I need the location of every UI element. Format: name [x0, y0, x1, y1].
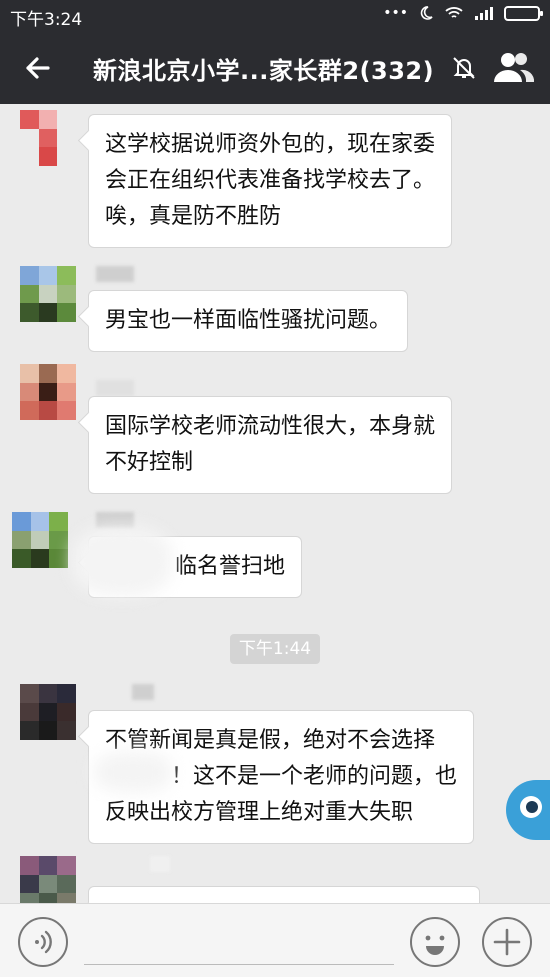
chat-title: 新浪北京小学...家长群2(332): [93, 57, 435, 85]
input-bar: [0, 903, 550, 977]
status-time: 下午3:24: [10, 10, 83, 30]
message-line: 反映出校方管理上绝对重大失职: [105, 800, 414, 825]
more-button[interactable]: [482, 917, 532, 967]
avatar[interactable]: [12, 512, 68, 568]
message-line: 这学校据说师资外包的，现在家委: [105, 132, 436, 157]
chat-header: 新浪北京小学...家长群2(332): [0, 32, 550, 104]
message-line: 国际学校老师流动性很大，本身就: [105, 414, 436, 439]
avatar[interactable]: [20, 684, 76, 740]
assistant-eye: [520, 796, 542, 818]
message-row: 男宝也一样面临性骚扰问题。: [0, 262, 550, 362]
voice-icon: [35, 930, 52, 954]
message-bubble[interactable]: [88, 886, 480, 904]
sender-name-blurred: [96, 266, 134, 282]
message-input[interactable]: [84, 964, 394, 965]
timestamp-pill: 下午1:44: [230, 634, 320, 664]
moon-icon: [420, 6, 433, 20]
status-icons: •••: [383, 5, 543, 21]
redaction-blur: [72, 526, 172, 596]
voice-button[interactable]: [18, 917, 68, 967]
avatar[interactable]: [20, 110, 76, 166]
message-bubble[interactable]: 这学校据说师资外包的，现在家委 会正在组织代表准备找学校去了。 唉，真是防不胜防: [88, 114, 453, 248]
status-bar: 下午3:24 •••: [0, 0, 550, 32]
emoji-icon: [425, 935, 445, 955]
message-row: [0, 852, 550, 904]
status-dots: •••: [383, 5, 408, 21]
message-line: 会正在组织代表准备找学校去了。: [105, 168, 436, 193]
message-line: 男宝也一样面临性骚扰问题。: [105, 308, 392, 333]
message-bubble[interactable]: 男宝也一样面临性骚扰问题。: [88, 290, 409, 352]
message-row: 不管新闻是真是假，绝对不会选择 ！这不是一个老师的问题，也 反映出校方管理上绝对…: [0, 680, 550, 844]
group-members-icon[interactable]: [490, 48, 536, 88]
message-row: 国际学校老师流动性很大，本身就 不好控制: [0, 360, 550, 494]
plus-icon: [493, 928, 521, 956]
emoji-button[interactable]: [410, 917, 460, 967]
message-line: 唉，真是防不胜防: [105, 204, 282, 229]
message-bubble[interactable]: 国际学校老师流动性很大，本身就 不好控制: [88, 396, 453, 494]
avatar[interactable]: [20, 364, 76, 420]
redaction-blur: [94, 752, 172, 792]
message-line: 临名誉扫地: [175, 554, 286, 579]
sender-name-blurred: [150, 856, 170, 872]
battery-icon: [504, 5, 543, 21]
wifi-icon: [445, 7, 463, 18]
back-arrow-icon[interactable]: [18, 48, 58, 88]
mute-bell-icon: [453, 57, 475, 79]
sender-name-blurred: [132, 684, 154, 700]
signal-icon: [475, 7, 493, 20]
message-row: 临名誉扫地: [0, 508, 550, 608]
avatar[interactable]: [20, 856, 76, 904]
avatar[interactable]: [20, 266, 76, 322]
message-row: 这学校据说师资外包的，现在家委 会正在组织代表准备找学校去了。 唉，真是防不胜防: [0, 104, 550, 248]
sender-name-blurred: [96, 380, 134, 396]
message-line: 不好控制: [105, 450, 194, 475]
